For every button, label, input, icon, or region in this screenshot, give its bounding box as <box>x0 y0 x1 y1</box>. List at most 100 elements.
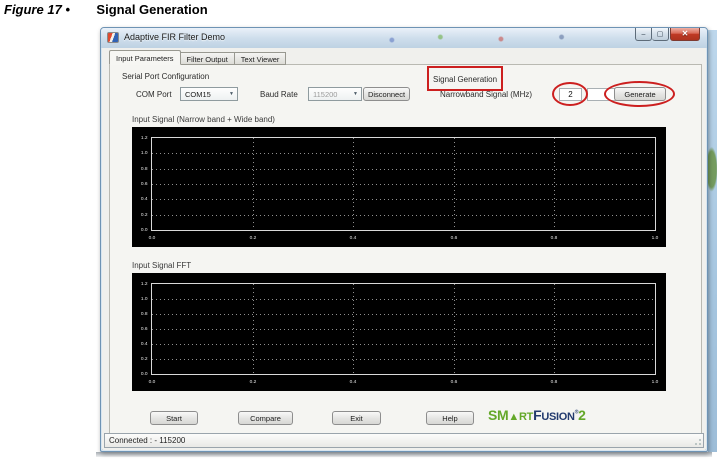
y-axis-tick-label: 0.6 <box>140 181 148 187</box>
tab-input-parameters[interactable]: Input Parameters <box>109 50 181 65</box>
window-title: Adaptive FIR Filter Demo <box>124 32 226 42</box>
smartfusion2-logo: SM▲RTFUSION®2 <box>488 407 586 425</box>
y-axis-tick-label: 0.0 <box>140 371 148 377</box>
logo-text-rt: RT <box>519 411 534 423</box>
start-button[interactable]: Start <box>150 411 198 425</box>
horizontal-gridline <box>152 153 655 155</box>
triangle-icon: ▲ <box>508 411 519 423</box>
y-axis-tick-label: 1.0 <box>140 296 148 302</box>
x-axis-tick-label: 0.4 <box>349 379 357 385</box>
horizontal-gridline <box>152 299 655 300</box>
horizontal-gridline <box>152 168 655 170</box>
com-port-select[interactable]: COM15 ▼ <box>180 87 238 101</box>
x-axis-tick-label: 0.0 <box>148 379 156 385</box>
maximize-button[interactable]: ▢ <box>652 28 669 41</box>
minimize-icon: – <box>641 30 646 38</box>
horizontal-gridline <box>152 344 655 345</box>
x-axis-tick-label: 0.4 <box>349 235 357 241</box>
tab-panel: Serial Port Configuration Signal Generat… <box>109 64 702 435</box>
y-axis-tick-label: 0.8 <box>140 311 148 317</box>
signal-generation-annotation-box: Signal Generation <box>427 66 504 91</box>
horizontal-gridline <box>152 359 655 360</box>
baud-rate-select[interactable]: 115200 ▼ <box>308 87 362 101</box>
narrowband-signal-label: Narrowband Signal (MHz) <box>440 90 533 99</box>
y-axis-tick-label: 0.4 <box>140 341 148 347</box>
exit-button[interactable]: Exit <box>332 411 381 425</box>
close-button[interactable]: ✕ <box>670 28 700 41</box>
signal-generation-label: Signal Generation <box>433 75 498 84</box>
disconnect-button[interactable]: Disconnect <box>363 87 410 101</box>
horizontal-gridline <box>152 199 655 201</box>
horizontal-gridline <box>152 329 655 330</box>
minimize-button[interactable]: – <box>635 28 652 41</box>
window-controls: – ▢ ✕ <box>635 28 700 41</box>
x-axis-tick-label: 0.8 <box>551 379 558 385</box>
input-signal-plot-label: Input Signal (Narrow band + Wide band) <box>132 115 275 124</box>
y-axis-tick-label: 0.2 <box>140 212 148 218</box>
window-shadow <box>96 452 712 457</box>
horizontal-gridline <box>152 314 655 315</box>
status-text: Connected : - 115200 <box>109 436 186 445</box>
resize-grip[interactable] <box>693 437 702 446</box>
y-axis-tick-label: 0.4 <box>140 196 148 202</box>
window-titlebar[interactable]: Adaptive FIR Filter Demo – ▢ ✕ <box>101 28 707 48</box>
plot-frame: 1.2 1.0 0.8 0.6 0.4 0.2 0.0 0.0 0.2 0.4 0.6 0.8 1.0 <box>141 282 659 385</box>
desktop-background-strip <box>708 30 717 452</box>
x-axis-tick-label: 0.2 <box>249 379 256 385</box>
vertical-gridline <box>554 284 556 374</box>
x-axis-tick-label: 0.8 <box>551 235 558 241</box>
chevron-down-icon: ▼ <box>353 91 358 97</box>
x-axis-tick-label: 1.0 <box>651 235 659 241</box>
status-bar: Connected : - 115200 <box>104 433 704 448</box>
compare-button[interactable]: Compare <box>238 411 293 425</box>
baud-rate-label: Baud Rate <box>260 90 298 99</box>
fft-plot-label: Input Signal FFT <box>132 261 192 270</box>
figure-number: Figure 17 • <box>4 2 70 17</box>
input-signal-plot: 1.2 1.0 0.8 0.6 0.4 0.2 0.0 0.0 0.2 0.4 0.6 0.8 1.0 <box>132 127 666 247</box>
com-port-value: COM15 <box>185 89 211 99</box>
app-window: Adaptive FIR Filter Demo – ▢ ✕ Input Par… <box>100 27 708 452</box>
y-axis-tick-label: 1.2 <box>140 281 148 287</box>
figure-caption: Figure 17 • Signal Generation <box>4 1 208 19</box>
vertical-gridline <box>353 138 355 230</box>
horizontal-gridline <box>152 214 655 216</box>
window-body: Input Parameters Filter Output Text View… <box>102 48 706 450</box>
close-icon: ✕ <box>681 29 689 38</box>
y-axis-tick-label: 1.2 <box>140 135 148 141</box>
y-axis-tick-label: 1.0 <box>140 150 148 156</box>
y-axis-tick-label: 0.8 <box>140 166 148 172</box>
vertical-gridline <box>353 284 355 374</box>
help-button[interactable]: Help <box>426 411 474 425</box>
plot-frame: 1.2 1.0 0.8 0.6 0.4 0.2 0.0 0.0 0.2 0.4 0.6 0.8 1.0 <box>141 136 659 241</box>
maximize-icon: ▢ <box>656 30 664 38</box>
figure-title: Signal Generation <box>96 2 208 17</box>
horizontal-gridline <box>152 184 655 185</box>
tab-bar: Input Parameters Filter Output Text View… <box>109 50 287 65</box>
x-axis-tick-label: 0.6 <box>450 379 458 385</box>
app-icon <box>107 32 119 43</box>
vertical-gridline <box>453 138 455 230</box>
annotation-ellipse-generate <box>604 81 675 107</box>
baud-rate-value: 115200 <box>313 89 338 99</box>
vertical-gridline <box>554 138 556 230</box>
logo-text-2: 2 <box>578 407 586 423</box>
vertical-gridline <box>453 284 455 374</box>
x-axis-tick-label: 1.0 <box>651 379 659 385</box>
y-axis-tick-label: 0.2 <box>140 356 148 362</box>
com-port-label: COM Port <box>136 90 172 99</box>
chevron-down-icon: ▼ <box>229 91 234 97</box>
vertical-gridline <box>252 138 254 230</box>
fft-plot: 1.2 1.0 0.8 0.6 0.4 0.2 0.0 0.0 0.2 0.4 0.6 0.8 1.0 <box>132 273 666 391</box>
y-axis-tick-label: 0.0 <box>140 227 148 233</box>
x-axis-tick-label: 0.0 <box>148 235 156 241</box>
vertical-gridline <box>252 284 254 374</box>
y-axis-tick-label: 0.6 <box>140 326 148 332</box>
logo-text-usion: USION <box>541 411 575 423</box>
tab-text-viewer[interactable]: Text Viewer <box>234 52 287 65</box>
logo-text-sm: SM <box>488 407 509 423</box>
x-axis-tick-label: 0.6 <box>450 235 458 241</box>
x-axis-tick-label: 0.2 <box>249 235 256 241</box>
tab-filter-output[interactable]: Filter Output <box>180 52 235 65</box>
figure-page: Figure 17 • Signal Generation Adaptive F… <box>0 0 717 460</box>
annotation-circle-value <box>552 82 588 106</box>
